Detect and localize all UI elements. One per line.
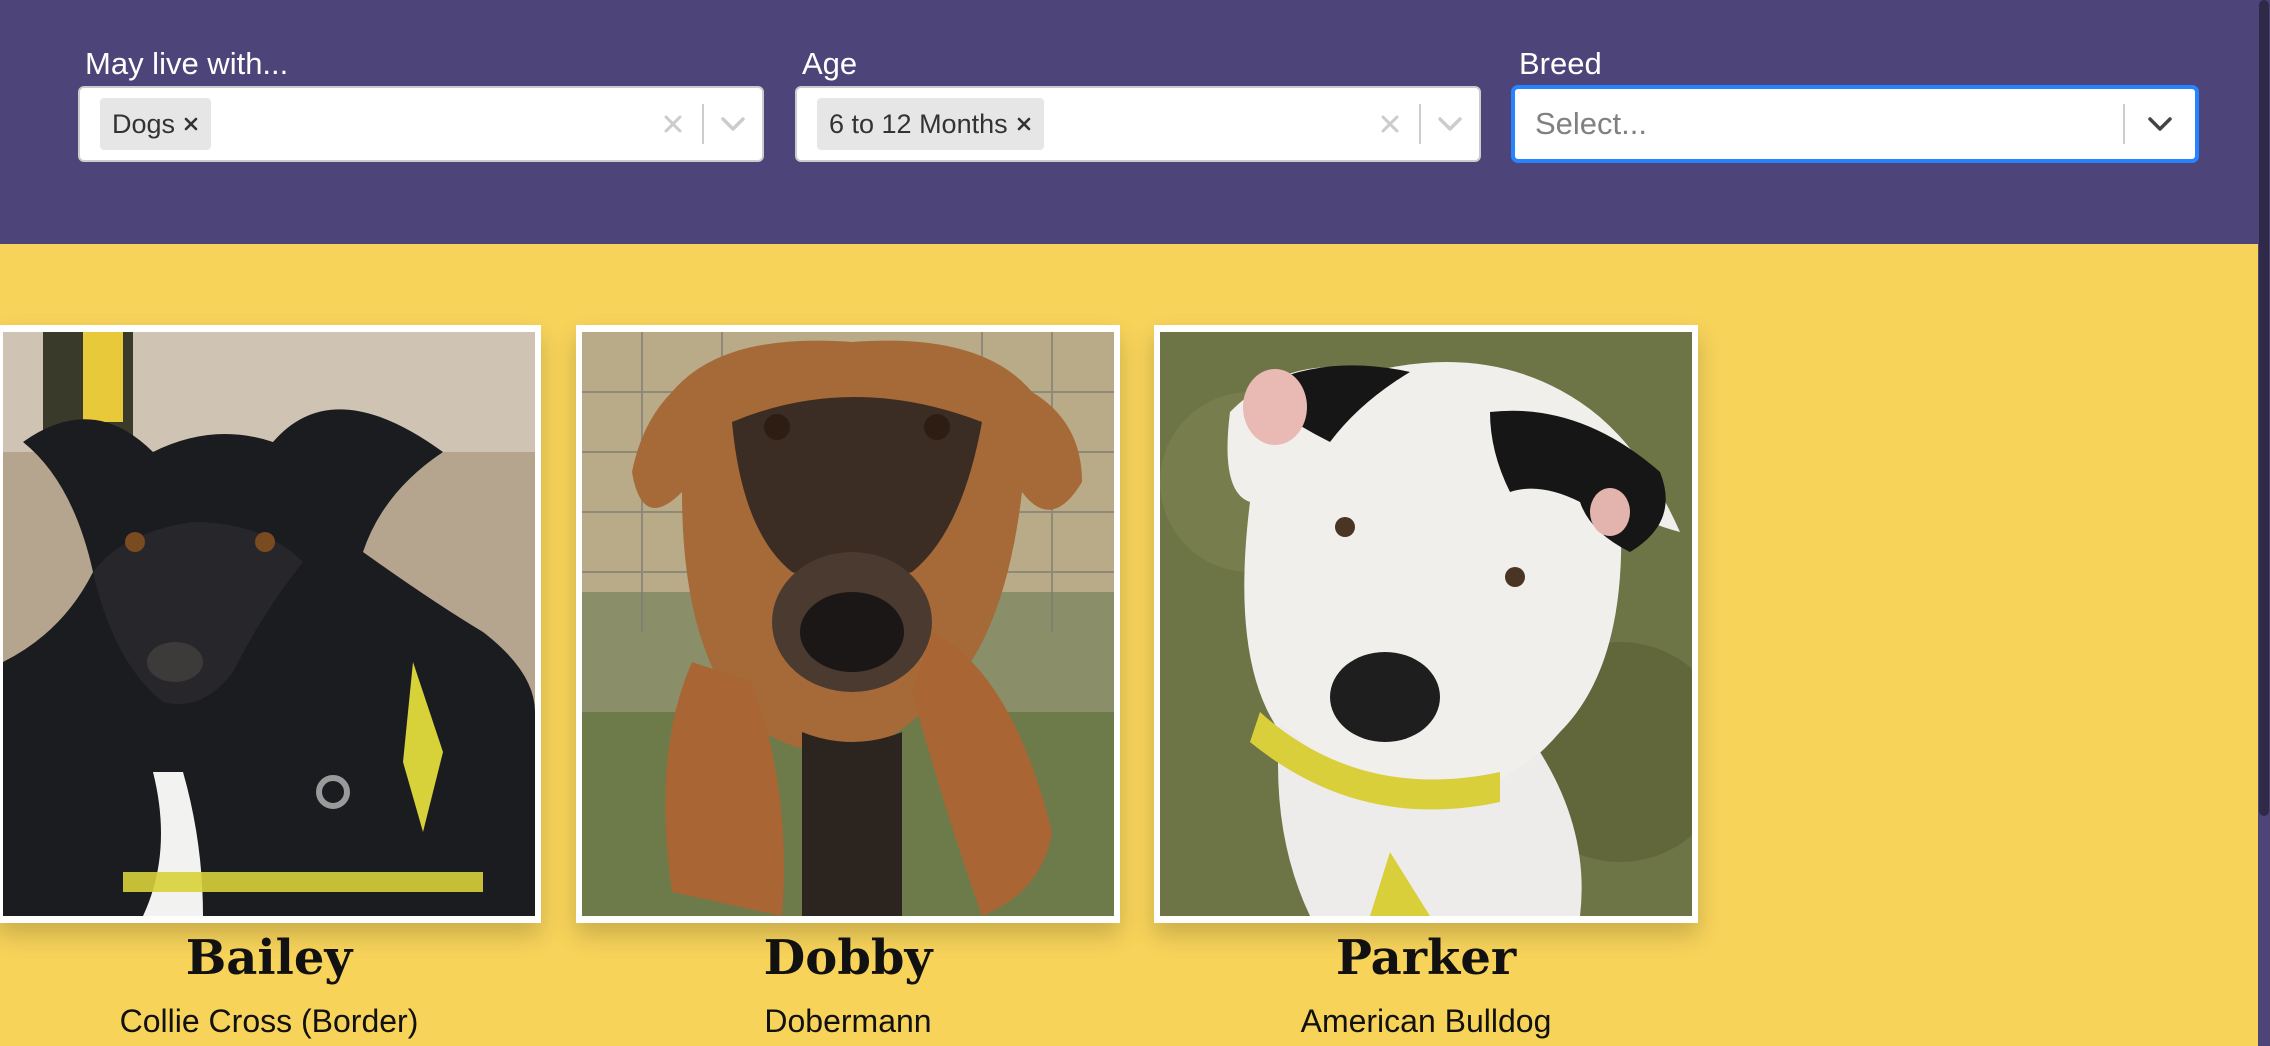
selected-chip-age: 6 to 12 Months: [817, 98, 1044, 150]
selected-chip-dogs: Dogs: [100, 98, 212, 150]
filter-label-age: Age: [802, 46, 858, 81]
dog-name[interactable]: Bailey: [0, 928, 541, 988]
chevron-down-icon[interactable]: [2125, 89, 2195, 159]
age-select[interactable]: 6 to 12 Months: [795, 86, 1481, 162]
chip-label: 6 to 12 Months: [829, 108, 1008, 139]
chip-label: Dogs: [112, 108, 176, 139]
dog-card-bailey[interactable]: [0, 325, 541, 923]
chip-remove-icon[interactable]: [175, 98, 207, 150]
age-indicators: [1361, 88, 1479, 160]
dog-breed: Collie Cross (Border): [119, 1003, 419, 1039]
dog-photo-dobby[interactable]: [582, 332, 1114, 916]
dog-breed: Dobermann: [764, 1003, 932, 1039]
filter-live-with: May live with... Dogs: [78, 42, 764, 162]
breed-placeholder[interactable]: Select...: [1535, 106, 1647, 142]
dog-card-dobby[interactable]: [576, 325, 1120, 923]
scrollbar-thumb[interactable]: [2259, 0, 2269, 816]
breed-select[interactable]: Select...: [1512, 86, 2198, 162]
dog-breed: American Bulldog: [1300, 1003, 1552, 1039]
age-value-area[interactable]: 6 to 12 Months: [797, 88, 1361, 160]
filter-age: Age 6 to 12 Months: [795, 42, 1481, 162]
breed-value-area[interactable]: Select...: [1515, 89, 2123, 159]
clear-icon[interactable]: [1361, 88, 1419, 160]
live-with-value-area[interactable]: Dogs: [80, 88, 644, 160]
scrollbar[interactable]: [2258, 0, 2270, 1046]
filter-bar: May live with... Dogs Age 6 to 12 Months…: [0, 0, 2258, 244]
dog-name[interactable]: Dobby: [576, 928, 1120, 988]
clear-icon[interactable]: [644, 88, 702, 160]
chip-remove-icon[interactable]: [1008, 98, 1040, 150]
dog-card-parker[interactable]: [1154, 325, 1698, 923]
dog-photo-bailey[interactable]: [3, 332, 535, 916]
dog-photo-parker[interactable]: [1160, 332, 1692, 916]
filter-breed: Breed Select...: [1512, 42, 2198, 162]
live-with-select[interactable]: Dogs: [78, 86, 764, 162]
live-with-indicators: [644, 88, 762, 160]
chevron-down-icon[interactable]: [704, 88, 762, 160]
filter-label-live-with: May live with...: [85, 46, 289, 81]
dog-name[interactable]: Parker: [1154, 928, 1698, 988]
filter-label-breed: Breed: [1519, 46, 1602, 81]
breed-indicators: [2123, 89, 2195, 159]
chevron-down-icon[interactable]: [1421, 88, 1479, 160]
